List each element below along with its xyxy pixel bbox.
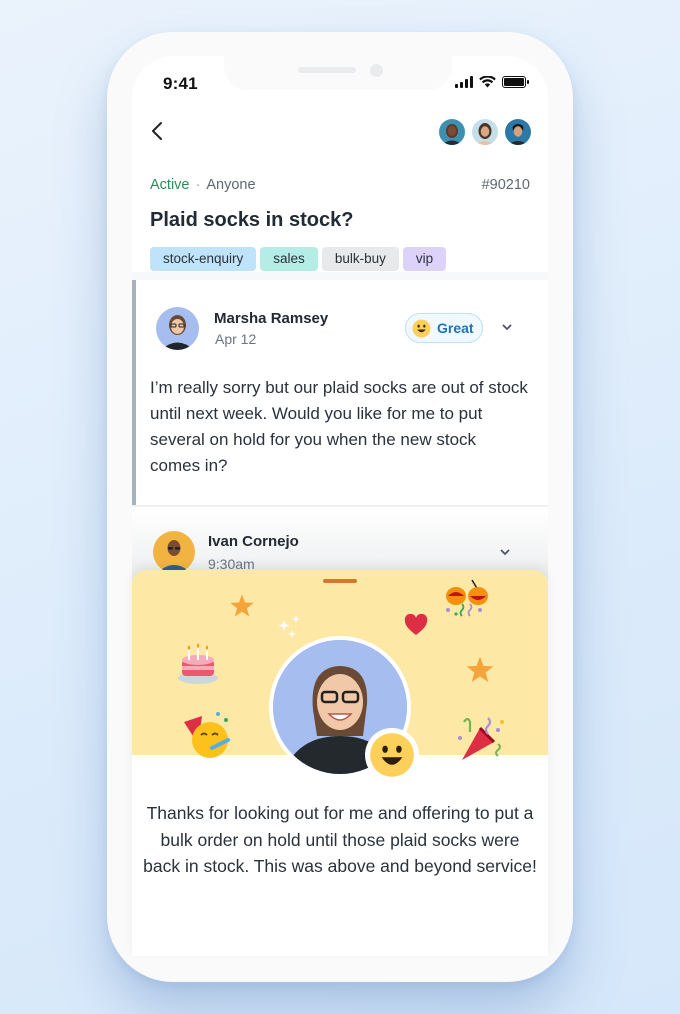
author-avatar <box>153 531 195 573</box>
customer-rating <box>365 728 419 782</box>
participant-avatar[interactable] <box>470 117 500 147</box>
tag-stock-enquiry[interactable]: stock-enquiry <box>150 247 257 271</box>
ticket-meta: Active · Anyone <box>150 177 256 193</box>
back-button[interactable] <box>148 118 168 144</box>
sparkles-icon <box>278 615 300 638</box>
chevron-down-icon <box>502 324 512 330</box>
sheet-drag-handle[interactable] <box>323 579 357 583</box>
expand-message-button[interactable] <box>498 545 512 559</box>
star-icon <box>466 656 494 682</box>
speaker-grille <box>298 67 356 73</box>
phone-notch <box>224 32 452 90</box>
grinning-face-icon <box>412 318 431 338</box>
cellular-signal-icon <box>455 76 473 88</box>
battery-icon <box>502 76 529 88</box>
status-icons <box>455 76 529 88</box>
partying-face-icon <box>184 712 230 758</box>
grinning-face-icon <box>370 733 414 777</box>
wifi-icon <box>479 76 496 88</box>
birthday-cake-icon <box>178 643 218 684</box>
participant-avatar[interactable] <box>437 117 467 147</box>
feedback-sheet: Thanks for looking out for me and offeri… <box>132 570 548 956</box>
party-popper-icon <box>458 717 504 760</box>
participant-avatars[interactable] <box>437 117 533 147</box>
ticket-status[interactable]: Active <box>150 177 190 193</box>
section-divider <box>132 272 548 280</box>
participant-avatar[interactable] <box>503 117 533 147</box>
meta-separator: · <box>195 177 201 193</box>
author-name: Marsha Ramsey <box>214 310 329 327</box>
ticket-assignee[interactable]: Anyone <box>206 177 255 193</box>
ticket-id: #90210 <box>481 177 530 193</box>
ticket-title: Plaid socks in stock? <box>150 209 354 231</box>
status-time: 9:41 <box>163 74 198 93</box>
front-camera <box>370 64 383 77</box>
chevron-left-icon <box>152 122 162 140</box>
rating-badge[interactable]: Great <box>405 313 483 343</box>
rating-label: Great <box>437 320 474 336</box>
star-icon <box>230 594 254 617</box>
message-card: Marsha Ramsey Apr 12 Great I’m really so… <box>132 280 548 506</box>
author-avatar <box>156 307 199 350</box>
confetti-ball-icon <box>446 579 488 617</box>
feedback-quote: Thanks for looking out for me and offeri… <box>143 803 537 876</box>
tag-bulk-buy[interactable]: bulk-buy <box>321 247 399 271</box>
author-name: Ivan Cornejo <box>208 533 299 550</box>
tag-vip[interactable]: vip <box>402 247 447 271</box>
heart-icon <box>404 614 428 635</box>
expand-message-button[interactable] <box>500 320 514 334</box>
message-date: Apr 12 <box>215 331 257 347</box>
tag-list: stock-enquiry sales bulk-buy vip <box>150 247 447 271</box>
message-body: I’m really sorry but our plaid socks are… <box>150 378 528 475</box>
chevron-down-icon <box>500 549 510 555</box>
tag-sales[interactable]: sales <box>260 247 318 271</box>
